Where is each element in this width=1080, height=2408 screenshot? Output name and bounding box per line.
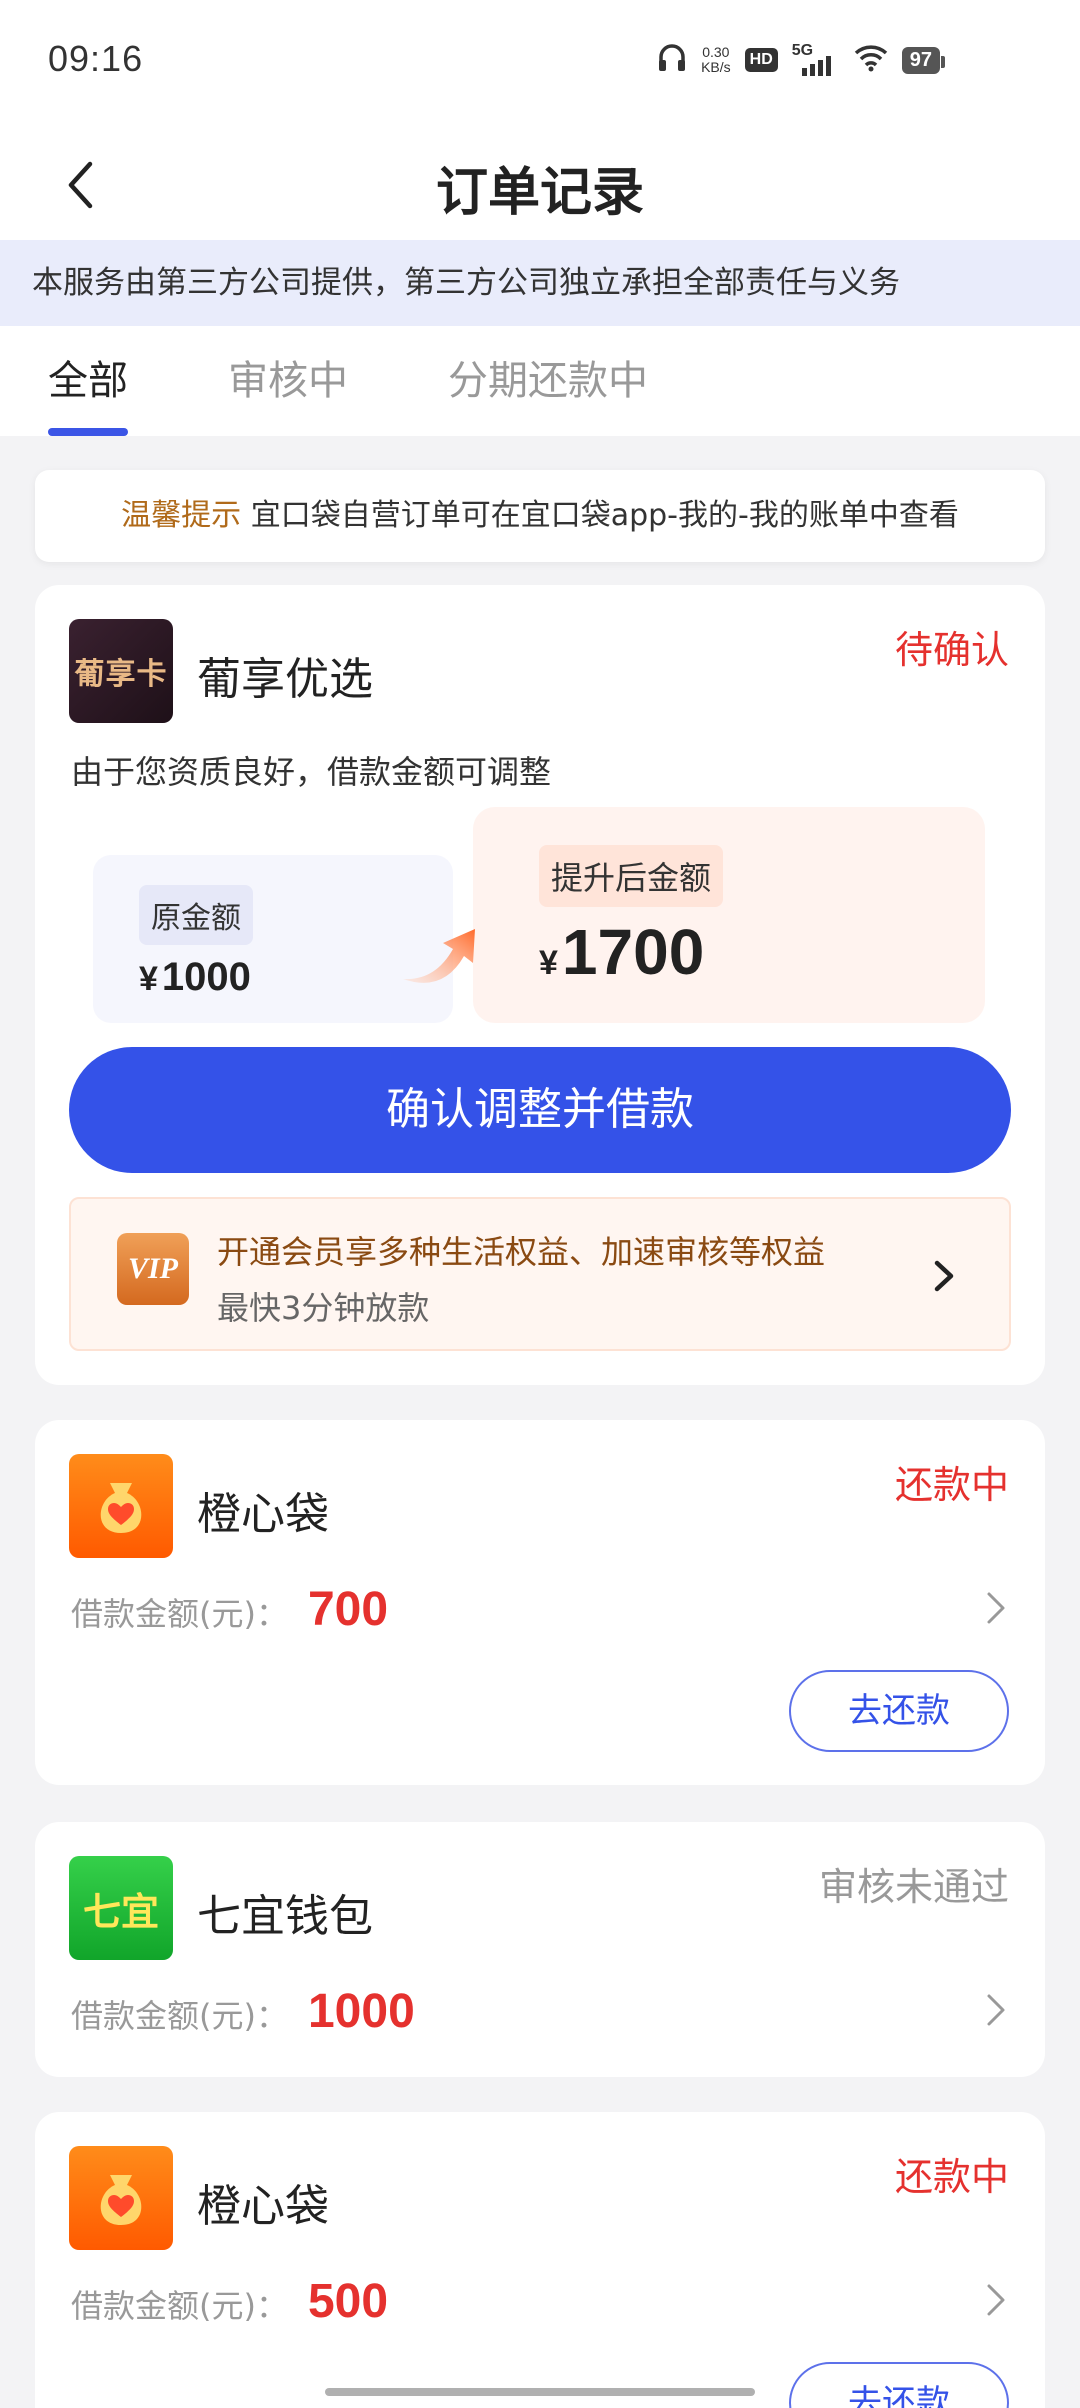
product-name: 七宜钱包 bbox=[197, 1891, 373, 1942]
chengxin-logo bbox=[69, 2146, 173, 2250]
vip-membership-banner[interactable]: VIP 开通会员享多种生活权益、加速审核等权益 最快3分钟放款 bbox=[69, 1197, 1011, 1351]
chengxin-logo bbox=[69, 1454, 173, 1558]
money-bag-heart-icon bbox=[100, 2175, 142, 2225]
currency-symbol: ¥ bbox=[139, 960, 158, 998]
third-party-notice: 本服务由第三方公司提供，第三方公司独立承担全部责任与义务 bbox=[0, 240, 1080, 326]
product-name: 葡享优选 bbox=[197, 654, 373, 705]
tab-all[interactable]: 全部 bbox=[48, 326, 128, 436]
headphones-icon bbox=[657, 42, 687, 78]
status-time: 09:16 bbox=[48, 38, 144, 79]
order-card-chengxin-1[interactable]: 橙心袋 还款中 借款金额(元)： 700 去还款 bbox=[35, 1420, 1045, 1785]
net-speed-unit: KB/s bbox=[701, 59, 731, 75]
increase-arrow-icon bbox=[403, 929, 475, 983]
order-status: 还款中 bbox=[894, 1463, 1009, 1507]
loan-amount-label: 借款金额(元)： bbox=[71, 1997, 288, 2035]
vip-title: 开通会员享多种生活权益、加速审核等权益 bbox=[217, 1233, 826, 1271]
order-status: 审核未通过 bbox=[818, 1865, 1009, 1909]
vip-subtitle: 最快3分钟放款 bbox=[217, 1289, 430, 1327]
repay-button[interactable]: 去还款 bbox=[789, 1670, 1009, 1752]
loan-amount: 500 bbox=[307, 2275, 389, 2328]
hd-icon: HD bbox=[744, 48, 778, 72]
chevron-right-icon bbox=[987, 1994, 1005, 2026]
signal-5g-icon: 5G bbox=[792, 42, 840, 78]
wifi-icon bbox=[854, 44, 888, 76]
product-name: 橙心袋 bbox=[197, 1489, 329, 1540]
puxiang-logo: 葡享卡 bbox=[69, 619, 173, 723]
order-description: 由于您资质良好，借款金额可调整 bbox=[71, 753, 552, 791]
loan-amount-row: 借款金额(元)： 1000 bbox=[71, 1984, 415, 2039]
repay-button[interactable]: 去还款 bbox=[789, 2362, 1009, 2408]
loan-amount: 1000 bbox=[307, 1985, 415, 2038]
upgraded-amount-box: 提升后金额 ¥1700 bbox=[473, 807, 985, 1023]
order-card-puxiang: 葡享卡 葡享优选 待确认 由于您资质良好，借款金额可调整 原金额 ¥1000 提… bbox=[35, 585, 1045, 1385]
currency-symbol: ¥ bbox=[539, 944, 558, 982]
loan-amount-label: 借款金额(元)： bbox=[71, 2287, 288, 2325]
status-bar: 09:16 0.30 KB/s HD 5G 97 bbox=[0, 0, 1080, 130]
status-icons: 0.30 KB/s HD 5G 97 bbox=[657, 40, 946, 80]
upgraded-amount-value: ¥1700 bbox=[539, 915, 704, 989]
money-bag-heart-icon bbox=[100, 1483, 142, 1533]
product-name: 橙心袋 bbox=[197, 2181, 329, 2232]
upgraded-amount-label: 提升后金额 bbox=[539, 845, 724, 907]
original-amount: 1000 bbox=[161, 955, 251, 999]
vip-icon: VIP bbox=[117, 1233, 189, 1305]
app-header: 订单记录 bbox=[0, 130, 1080, 240]
chevron-right-icon bbox=[987, 2284, 1005, 2316]
tip-label: 温馨提示 bbox=[121, 498, 242, 533]
tab-installment-repaying[interactable]: 分期还款中 bbox=[448, 326, 648, 436]
original-amount-label: 原金额 bbox=[139, 885, 253, 945]
amount-comparison: 原金额 ¥1000 提升后金额 ¥1700 bbox=[93, 807, 985, 1037]
original-amount-value: ¥1000 bbox=[139, 955, 251, 1000]
puxiang-logo-text: 葡享卡 bbox=[74, 657, 168, 692]
net-speed: 0.30 KB/s bbox=[701, 45, 731, 75]
order-card-chengxin-2[interactable]: 橙心袋 还款中 借款金额(元)： 500 去还款 bbox=[35, 2112, 1045, 2408]
net-speed-value: 0.30 bbox=[702, 44, 730, 60]
loan-amount-label: 借款金额(元)： bbox=[71, 1595, 288, 1633]
tip-text: 宜口袋自营订单可在宜口袋app-我的-我的账单中查看 bbox=[250, 498, 959, 533]
tab-reviewing[interactable]: 审核中 bbox=[228, 326, 348, 436]
order-status: 待确认 bbox=[894, 628, 1009, 672]
upgraded-amount: 1700 bbox=[561, 916, 705, 988]
chevron-right-icon bbox=[987, 1592, 1005, 1624]
home-indicator[interactable] bbox=[325, 2388, 755, 2396]
order-card-qiyi[interactable]: 七宜 七宜钱包 审核未通过 借款金额(元)： 1000 bbox=[35, 1822, 1045, 2077]
tip-bar: 温馨提示 宜口袋自营订单可在宜口袋app-我的-我的账单中查看 bbox=[35, 470, 1045, 562]
loan-amount-row: 借款金额(元)： 500 bbox=[71, 2274, 388, 2329]
loan-amount: 700 bbox=[307, 1583, 389, 1636]
battery-icon: 97 bbox=[901, 46, 946, 74]
chevron-right-icon bbox=[934, 1260, 954, 1292]
loan-amount-row: 借款金额(元)： 700 bbox=[71, 1582, 388, 1637]
page-title: 订单记录 bbox=[435, 163, 644, 223]
qiyi-logo-text: 七宜 bbox=[82, 1889, 159, 1934]
order-status: 还款中 bbox=[894, 2155, 1009, 2199]
confirm-adjust-borrow-button[interactable]: 确认调整并借款 bbox=[69, 1047, 1011, 1173]
order-tabs: 全部 审核中 分期还款中 bbox=[0, 326, 1080, 436]
qiyi-logo: 七宜 bbox=[69, 1856, 173, 1960]
